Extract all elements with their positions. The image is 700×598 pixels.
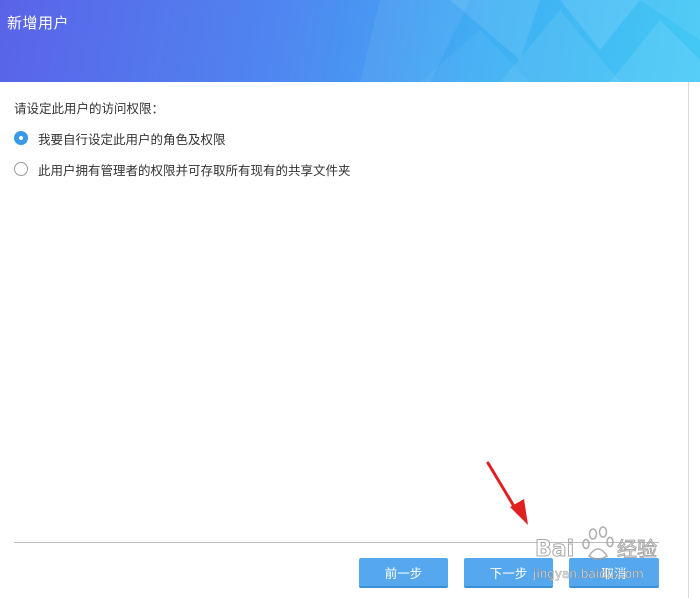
footer-divider [14,542,659,543]
next-button[interactable]: 下一步 [464,558,553,588]
add-user-dialog: 新增用户 请设定此用户的访问权限： 我要自行设定此用户的角色及权限 此用户拥有管… [0,0,700,598]
option-label: 此用户拥有管理者的权限并可存取所有现有的共享文件夹 [38,162,351,178]
option-label: 我要自行设定此用户的角色及权限 [38,131,226,147]
header-decoration [360,0,700,82]
cancel-button[interactable]: 取消 [569,558,659,588]
option-custom-role[interactable]: 我要自行设定此用户的角色及权限 [14,127,351,149]
radio-admin-access[interactable] [14,162,28,176]
dialog-header: 新增用户 [0,0,700,82]
dialog-edge [688,82,689,598]
prev-button[interactable]: 前一步 [359,558,448,588]
permissions-section: 请设定此用户的访问权限： 我要自行设定此用户的角色及权限 此用户拥有管理者的权限… [14,98,351,189]
option-admin-access[interactable]: 此用户拥有管理者的权限并可存取所有现有的共享文件夹 [14,158,351,180]
annotation-arrow-icon [486,461,528,525]
permissions-prompt: 请设定此用户的访问权限： [14,101,165,116]
radio-custom-role[interactable] [14,131,28,145]
dialog-title: 新增用户 [7,14,70,32]
